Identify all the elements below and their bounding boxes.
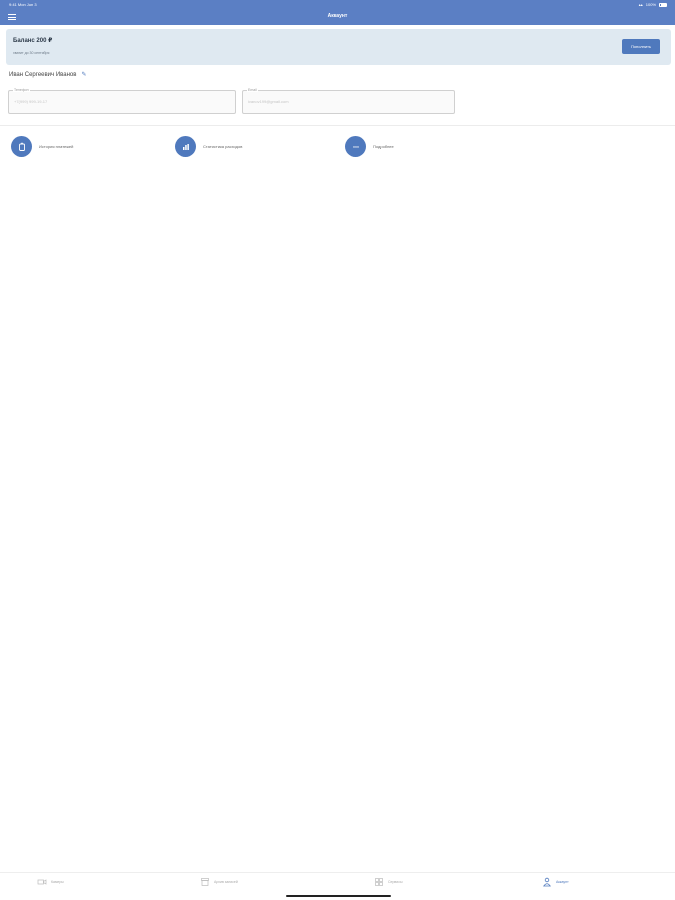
page-title: Аккаунт: [327, 13, 348, 19]
status-time: 9:41 Mon Jun 3: [9, 2, 37, 7]
archive-icon: [201, 878, 209, 886]
tab-account[interactable]: Аккаунт: [542, 877, 569, 887]
tab-archive[interactable]: Архив записей: [200, 877, 238, 887]
user-icon: [543, 877, 551, 887]
profile-name: Иван Сергеевич Иванов: [9, 72, 77, 78]
topup-button[interactable]: Пополнить: [622, 39, 660, 54]
tab-account-label: Аккаунт: [556, 880, 569, 884]
more-button[interactable]: Подробнее: [345, 136, 394, 157]
grid-icon: [375, 878, 383, 886]
account-screen: 9:41 Mon Jun 3 ▴▴ 100% Аккаунт Баланс 20…: [0, 0, 675, 900]
email-value: ivanov199@gmail.com: [248, 99, 289, 104]
balance-card: Баланс 200 ₽ хватит до 30 сентября Попол…: [6, 29, 671, 65]
expense-stats-label: Статистика расходов: [203, 144, 243, 149]
tab-archive-label: Архив записей: [214, 880, 238, 884]
edit-pencil-icon[interactable]: ✎: [81, 72, 87, 78]
email-label: Email: [247, 88, 258, 92]
payment-history-label: История платежей: [39, 144, 74, 149]
phone-label: Телефон: [13, 88, 30, 92]
home-indicator: [286, 895, 391, 897]
battery-icon: [659, 2, 667, 7]
profile-name-row: Иван Сергеевич Иванов ✎: [9, 72, 87, 78]
signal-icon: ▴▴: [638, 2, 643, 7]
expense-stats-button[interactable]: Статистика расходов: [175, 136, 242, 157]
more-icon: [345, 136, 366, 157]
balance-amount: Баланс 200 ₽: [13, 38, 53, 44]
tab-services-label: Сервисы: [388, 880, 403, 884]
phone-field[interactable]: Телефон +7(999) 999-19-17: [8, 88, 236, 114]
tab-services[interactable]: Сервисы: [374, 877, 403, 887]
tab-cameras[interactable]: Камеры: [37, 877, 64, 887]
bar-chart-icon: [175, 136, 196, 157]
tab-cameras-label: Камеры: [51, 880, 64, 884]
more-label: Подробнее: [373, 144, 394, 149]
balance-subtitle: хватит до 30 сентября: [13, 51, 50, 55]
divider: [0, 125, 675, 126]
status-indicators: ▴▴ 100%: [639, 2, 667, 7]
top-bar: 9:41 Mon Jun 3 ▴▴ 100% Аккаунт: [0, 0, 675, 25]
battery-percent: 100%: [645, 2, 656, 7]
email-field[interactable]: Email ivanov199@gmail.com: [242, 88, 455, 114]
camera-icon: [37, 879, 47, 885]
phone-value: +7(999) 999-19-17: [14, 99, 48, 104]
payment-history-button[interactable]: История платежей: [11, 136, 73, 157]
wallet-icon: [11, 136, 32, 157]
